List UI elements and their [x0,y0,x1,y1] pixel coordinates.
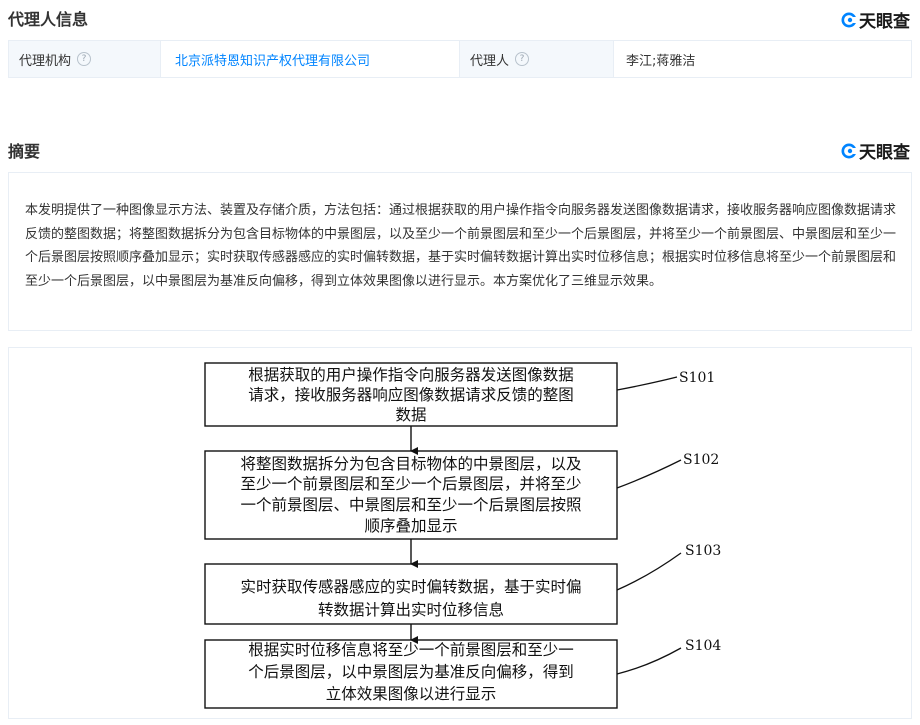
step-label-s101: S101 [679,370,715,386]
step-text-line: 实时获取传感器感应的实时偏转数据，基于实时偏 [240,577,581,596]
logo-icon [841,12,857,27]
step-text-line: 立体效果图像以进行显示 [326,685,497,703]
step-text-line: 顺序叠加显示 [364,517,457,535]
agent-value: 李江;蒋雅洁 [626,53,696,69]
brand-name: 天眼查 [859,143,910,163]
abstract-section-title: 摘要 [8,142,41,161]
step-text-line: 一个前景图层、中景图层和至少一个后景图层按照 [240,496,581,514]
step-text-line: 将整图数据拆分为包含目标物体的中景图层，以及 [240,455,581,473]
agent-value-cell: 李江;蒋雅洁 [614,41,911,77]
agent-info-table: 代理机构 ? 北京派特恩知识产权代理有限公司 代理人 ? 李江;蒋雅洁 [8,40,912,78]
step-label-s104: S104 [685,638,721,654]
step-text-line: 转数据计算出实时位移信息 [318,600,504,619]
step-text-line: 至少一个前景图层和至少一个后景图层，并将至少 [240,475,581,493]
abstract-box: 本发明提供了一种图像显示方法、装置及存储介质，方法包括：通过根据获取的用户操作指… [8,172,912,331]
leader-line-s103 [616,552,682,591]
step-text-line: 根据获取的用户操作指令向服务器发送图像数据 [248,366,574,384]
step-text-line: 请求，接收服务器响应图像数据请求反馈的整图 [248,385,574,404]
tianyancha-logo[interactable]: 天眼查 [841,138,910,163]
step-text-line: 数据 [395,406,426,424]
logo-icon [841,143,857,158]
agent-label: 代理人 [470,53,510,69]
agency-link[interactable]: 北京派特恩知识产权代理有限公司 [175,50,370,69]
help-icon[interactable]: ? [515,52,530,66]
step-text-line: 个后景图层，以中景图层为基准反向偏移，得到 [248,663,574,681]
leader-line-s104 [616,647,682,675]
agency-label-cell: 代理机构 ? [9,41,161,77]
step-text-line: 根据实时位移信息将至少一个前景图层和至少一 [248,641,574,659]
step-label-s103: S103 [685,543,721,559]
step-label-s102: S102 [683,452,719,468]
agency-label: 代理机构 [19,53,72,69]
abstract-text: 本发明提供了一种图像显示方法、装置及存储介质，方法包括：通过根据获取的用户操作指… [25,203,897,289]
tianyancha-logo[interactable]: 天眼查 [841,7,910,32]
agent-section-title: 代理人信息 [8,10,89,29]
leader-line-s101 [616,376,678,391]
leader-line-s102 [616,459,682,489]
agent-label-cell: 代理人 ? [460,41,614,77]
brand-name: 天眼查 [859,12,910,32]
abstract-figure: S101 S102 S103 S104 根据获取的用户操作指令向服务器发送图像数… [8,347,912,719]
flowchart: S101 S102 S103 S104 根据获取的用户操作指令向服务器发送图像数… [204,362,721,709]
help-icon[interactable]: ? [77,52,92,66]
agency-value-cell: 北京派特恩知识产权代理有限公司 [161,41,460,77]
